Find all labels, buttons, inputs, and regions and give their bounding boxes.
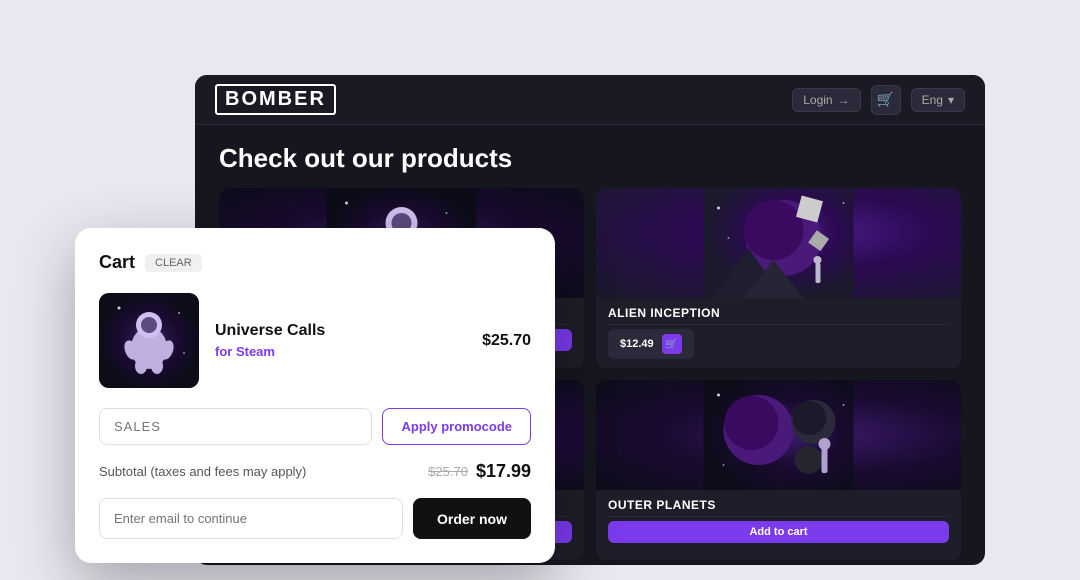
page-title: Check out our products (195, 125, 985, 188)
outer-cart-button[interactable]: Add to cart (608, 521, 949, 543)
chevron-down-icon: ▾ (948, 93, 954, 107)
cart-item-thumbnail (99, 293, 199, 388)
cart-add-icon: 🛒 (662, 334, 682, 354)
promo-section: Apply promocode (99, 408, 531, 445)
product-name-outer: OUTER PLANETS (608, 498, 949, 512)
product-info-outer: OUTER PLANETS Add to cart (596, 490, 961, 551)
original-price: $25.70 (428, 464, 468, 479)
promo-input[interactable] (99, 408, 372, 445)
discounted-price: $17.99 (476, 461, 531, 482)
cart-header: Cart CLEAR (99, 252, 531, 273)
divider (608, 324, 949, 325)
clear-cart-button[interactable]: CLEAR (145, 254, 202, 272)
cart-item-details: Universe Calls for Steam (215, 322, 466, 359)
login-label: Login (803, 93, 832, 107)
language-label: Eng (922, 93, 943, 107)
login-button[interactable]: Login → (792, 88, 860, 112)
logo: BOMBER (215, 84, 336, 115)
header: BOMBER Login → 🛒 Eng ▾ (195, 75, 985, 125)
subtotal-label: Subtotal (taxes and fees may apply) (99, 464, 306, 479)
subtotal-prices: $25.70 $17.99 (428, 461, 531, 482)
cart-item-name: Universe Calls (215, 322, 466, 340)
product-image-alien (596, 188, 961, 298)
subtotal-row: Subtotal (taxes and fees may apply) $25.… (99, 461, 531, 482)
cart-item-platform: for Steam (215, 344, 466, 359)
login-icon: → (838, 93, 850, 107)
product-card-alien-inception: ALIEN INCEPTION $12.49 🛒 (596, 188, 961, 368)
cart-title: Cart (99, 252, 135, 273)
header-controls: Login → 🛒 Eng ▾ (792, 85, 965, 115)
product-image-outer (596, 380, 961, 490)
language-selector[interactable]: Eng ▾ (911, 88, 965, 112)
product-info-alien: ALIEN INCEPTION $12.49 🛒 (596, 298, 961, 367)
cart-header-button[interactable]: 🛒 (871, 85, 901, 115)
product-name-alien: ALIEN INCEPTION (608, 306, 949, 320)
alien-price-button[interactable]: $12.49 🛒 (608, 329, 694, 359)
order-now-button[interactable]: Order now (413, 498, 531, 539)
cart-header-icon: 🛒 (877, 91, 894, 108)
cart-item-price: $25.70 (482, 332, 531, 350)
divider (608, 516, 949, 517)
apply-promo-button[interactable]: Apply promocode (382, 408, 531, 445)
cart-panel: Cart CLEAR (75, 228, 555, 563)
product-action-alien: $12.49 🛒 (608, 329, 949, 359)
order-section: Order now (99, 498, 531, 539)
product-card-outer-planets: OUTER PLANETS Add to cart (596, 380, 961, 560)
alien-price: $12.49 (620, 338, 654, 350)
email-input[interactable] (99, 498, 403, 539)
cart-item: Universe Calls for Steam $25.70 (99, 293, 531, 388)
